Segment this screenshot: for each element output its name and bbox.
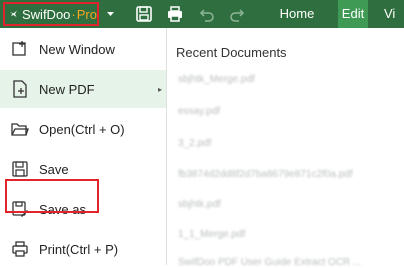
brand-separator: · <box>71 6 76 22</box>
recent-document-item[interactable]: fb3874d2dd8f2d7ba8679e871c2f0a.pdf <box>178 169 353 180</box>
save-icon <box>12 161 28 177</box>
menu-item-new-window[interactable]: New Window <box>0 30 166 68</box>
save-highlight-outline <box>5 179 99 213</box>
new-pdf-icon <box>13 80 27 98</box>
caret-down-icon[interactable] <box>106 9 115 18</box>
new-window-icon <box>12 41 26 56</box>
file-menu: New Window New PDF ▸ Open(Ctrl + O) Save… <box>0 28 167 265</box>
printer-icon[interactable] <box>166 5 184 23</box>
tab-edit[interactable]: Edit <box>338 0 368 28</box>
undo-icon[interactable] <box>198 5 216 23</box>
recent-document-item[interactable]: essay.pdf <box>178 106 220 117</box>
tab-view[interactable]: Vi <box>384 0 404 28</box>
recent-document-item[interactable]: 1_1_Merge.pdf <box>178 229 245 240</box>
top-toolbar: SwifDoo · Pro Home Edit Vi <box>0 0 404 28</box>
app-menu-button[interactable]: SwifDoo · Pro <box>3 2 99 26</box>
submenu-arrow-icon: ▸ <box>157 84 162 94</box>
menu-item-print[interactable]: Print(Ctrl + P) <box>0 230 166 268</box>
recent-document-item[interactable]: sbjhtk_Merge.pdf <box>178 74 255 85</box>
open-folder-icon <box>11 123 29 136</box>
menu-item-label: Print(Ctrl + P) <box>39 241 119 257</box>
recent-document-item[interactable]: SwifDoo PDF User Guide Extract OCR ... <box>178 257 361 268</box>
menu-item-label: Open(Ctrl + O) <box>39 121 125 137</box>
menu-item-label: New Window <box>39 41 115 57</box>
recent-document-item[interactable]: sbjhtk.pdf <box>178 199 221 210</box>
menu-item-label: Save <box>39 161 69 177</box>
pro-badge: Pro <box>76 6 97 22</box>
bird-logo-icon <box>10 10 17 17</box>
floppy-disk-icon[interactable] <box>135 5 153 23</box>
recent-documents-title: Recent Documents <box>176 45 287 60</box>
print-icon <box>12 241 28 257</box>
recent-document-item[interactable]: 3_2.pdf <box>178 138 211 149</box>
recent-documents-panel: Recent Documents sbjhtk_Merge.pdf essay.… <box>167 28 404 268</box>
app-name: SwifDoo <box>22 6 71 22</box>
tab-home[interactable]: Home <box>270 0 324 28</box>
menu-item-new-pdf[interactable]: New PDF ▸ <box>0 70 166 108</box>
menu-item-label: New PDF <box>39 81 95 97</box>
menu-item-open[interactable]: Open(Ctrl + O) <box>0 110 166 148</box>
redo-icon[interactable] <box>228 5 246 23</box>
